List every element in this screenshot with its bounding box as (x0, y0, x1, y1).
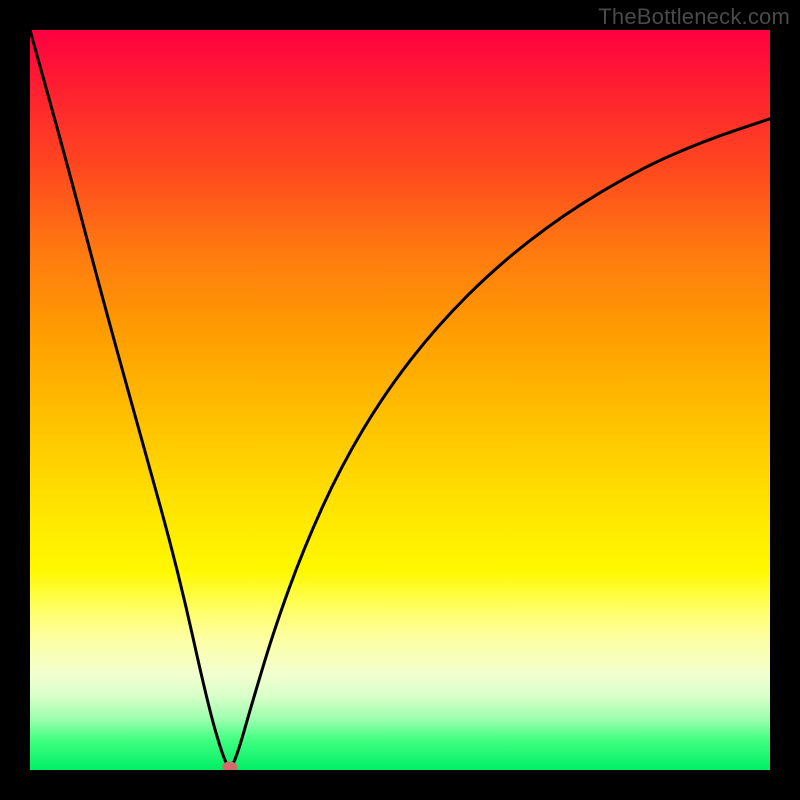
optimal-point-marker (223, 762, 237, 770)
bottleneck-curve (30, 30, 770, 770)
attribution-text: TheBottleneck.com (598, 4, 790, 30)
plot-area (30, 30, 770, 770)
chart-frame: TheBottleneck.com (0, 0, 800, 800)
